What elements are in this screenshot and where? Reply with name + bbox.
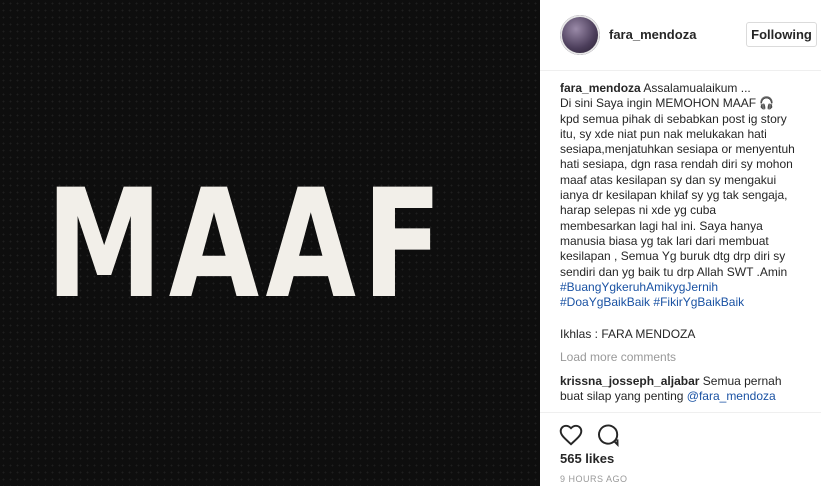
post-header: fara_mendoza Following	[540, 0, 821, 71]
comment-icon[interactable]	[595, 422, 621, 448]
load-more-comments[interactable]: Load more comments	[560, 350, 818, 365]
post-actions: 565 likes 9 HOURS AGO	[540, 412, 821, 487]
comment: krissna_josseph_aljabar Semua pernah bua…	[560, 374, 818, 405]
comment-text: Semua pernah	[702, 374, 782, 389]
caption-first-line: fara_mendoza Assalamualaikum ...	[560, 81, 818, 96]
caption-line: sesiapa,menjatuhkan sesiapa or menyentuh	[560, 142, 795, 157]
post-sidebar: fara_mendoza Following fara_mendoza Assa…	[540, 0, 821, 486]
comment-first-line: krissna_josseph_aljabar Semua pernah	[560, 374, 818, 389]
caption-username[interactable]: fara_mendoza	[560, 81, 641, 95]
following-button[interactable]: Following	[746, 22, 817, 47]
header-username[interactable]: fara_mendoza	[609, 27, 696, 42]
caption-line: ianya dr kesilapan khilaf sy yg tak seng…	[560, 188, 788, 203]
caption-line: membesarkan lagi hal ini. Saya hanya	[560, 218, 763, 233]
likes-count[interactable]: 565 likes	[560, 451, 614, 466]
hashtag-line: #DoaYgBaikBaik #FikirYgBaikBaik	[560, 295, 818, 310]
post-image[interactable]: MAAF	[0, 0, 540, 486]
caption-line: Di sini Saya ingin MEMOHON MAAF 🎧	[560, 96, 775, 111]
comment-second-line: buat silap yang penting @fara_mendoza	[560, 389, 818, 404]
hashtag-link[interactable]: #DoaYgBaikBaik	[560, 295, 650, 309]
post-time[interactable]: 9 HOURS AGO	[560, 474, 628, 484]
hashtag-link[interactable]: #FikirYgBaikBaik	[653, 295, 744, 309]
avatar[interactable]	[560, 15, 600, 55]
caption-line: hati sesiapa, dgn rasa rendah diri sy mo…	[560, 157, 793, 172]
comment-username[interactable]: krissna_josseph_aljabar	[560, 374, 699, 388]
caption: fara_mendoza Assalamualaikum ... Di sini…	[560, 81, 818, 343]
caption-line: manusia biasa yg tak lari dari membuat	[560, 233, 769, 248]
caption-line: harap selepas ni xde yg cuba	[560, 203, 717, 218]
caption-line: kesilapan , Semua Yg buruk dtg drp diri …	[560, 249, 786, 264]
image-text: MAAF	[46, 158, 449, 332]
caption-sign: Ikhlas : FARA MENDOZA	[560, 327, 696, 342]
avatar-ring	[560, 15, 600, 55]
comments-section[interactable]: fara_mendoza Assalamualaikum ... Di sini…	[560, 81, 818, 411]
caption-line: sendiri dan yg baik tu drp Allah SWT .Am…	[560, 264, 788, 279]
caption-line: maaf atas kesilapan sy dan sy mengakui	[560, 172, 777, 187]
hashtag-link[interactable]: #BuangYgkeruhAmikygJernih	[560, 280, 818, 295]
instagram-post: MAAF fara_mendoza Following fara_mendoza…	[0, 0, 821, 486]
caption-line: kpd semua pihak di sebabkan post ig stor…	[560, 111, 787, 126]
mention-link[interactable]: @fara_mendoza	[687, 389, 776, 403]
caption-line: Assalamualaikum ...	[643, 81, 751, 95]
comment-text: buat silap yang penting	[560, 389, 684, 404]
heart-icon[interactable]	[558, 422, 584, 448]
caption-line: itu, sy xde niat pun nak melukakan hati	[560, 126, 767, 141]
